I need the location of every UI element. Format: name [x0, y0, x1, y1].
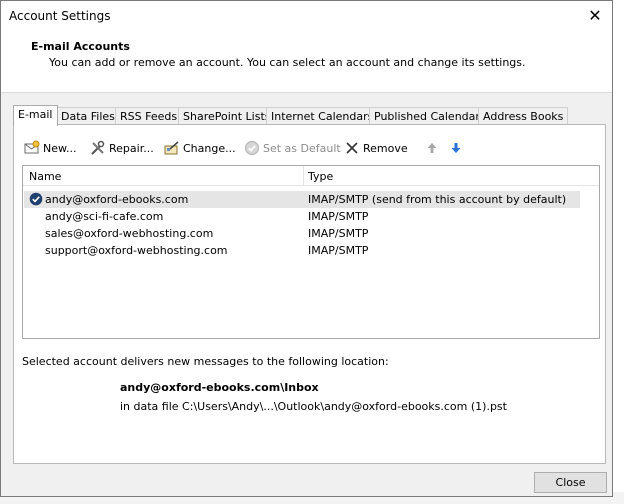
account-row[interactable]: sales@oxford-webhosting.com IMAP/SMTP — [24, 225, 580, 242]
delivery-data-file: in data file C:\Users\Andy\...\Outlook\a… — [120, 400, 507, 413]
list-header: Name Type — [23, 166, 599, 186]
tab-internet-calendars[interactable]: Internet Calendars — [266, 107, 379, 125]
account-row[interactable]: andy@sci-fi-cafe.com IMAP/SMTP — [24, 208, 580, 225]
accounts-list: Name Type andy@oxford-ebooks.com IMAP/SM… — [22, 165, 600, 339]
email-tab-panel: New... Repair... Change... Set as Defaul… — [13, 124, 606, 464]
account-toolbar: New... Repair... Change... Set as Defaul… — [24, 139, 584, 157]
remove-x-icon — [344, 140, 360, 156]
repair-account-label: Repair... — [109, 141, 154, 155]
tools-icon — [90, 140, 106, 156]
arrow-down-icon — [448, 140, 464, 156]
window-title: Account Settings — [9, 9, 111, 23]
default-account-icon — [29, 192, 43, 209]
move-down-button[interactable] — [448, 139, 467, 157]
tab-published-calendars[interactable]: Published Calendars — [369, 107, 491, 125]
account-name: support@oxford-webhosting.com — [45, 244, 228, 257]
account-type: IMAP/SMTP (send from this account by def… — [308, 193, 567, 206]
move-up-button[interactable] — [424, 139, 443, 157]
account-name: andy@oxford-ebooks.com — [45, 193, 189, 206]
column-header-type[interactable]: Type — [308, 170, 333, 183]
new-mail-icon — [24, 140, 40, 156]
column-divider — [303, 166, 304, 186]
new-account-label: New... — [43, 141, 77, 155]
header-description: You can add or remove an account. You ca… — [49, 56, 526, 69]
account-row[interactable]: andy@oxford-ebooks.com IMAP/SMTP (send f… — [24, 191, 580, 208]
account-settings-dialog: Account Settings ✕ E-mail Accounts You c… — [0, 0, 613, 497]
change-account-label: Change... — [183, 141, 236, 155]
change-account-button[interactable]: Change... — [164, 139, 236, 157]
tab-address-books[interactable]: Address Books — [478, 107, 569, 125]
set-as-default-button[interactable]: Set as Default — [244, 139, 341, 157]
account-name: andy@sci-fi-cafe.com — [45, 210, 164, 223]
dialog-header: E-mail Accounts You can add or remove an… — [1, 31, 612, 93]
check-circle-icon — [244, 140, 260, 156]
account-type: IMAP/SMTP — [308, 227, 369, 240]
account-type: IMAP/SMTP — [308, 210, 369, 223]
delivery-folder: andy@oxford-ebooks.com\Inbox — [120, 381, 319, 394]
column-header-name[interactable]: Name — [29, 170, 61, 183]
account-row[interactable]: support@oxford-webhosting.com IMAP/SMTP — [24, 242, 580, 259]
account-type: IMAP/SMTP — [308, 244, 369, 257]
account-name: sales@oxford-webhosting.com — [45, 227, 214, 240]
new-account-button[interactable]: New... — [24, 139, 76, 157]
remove-account-button[interactable]: Remove — [344, 139, 408, 157]
title-bar: Account Settings ✕ — [1, 1, 612, 31]
close-button[interactable]: Close — [534, 472, 607, 493]
delivery-location-label: Selected account delivers new messages t… — [22, 355, 389, 368]
change-settings-icon — [164, 140, 180, 156]
tab-email[interactable]: E-mail — [13, 105, 58, 126]
remove-account-label: Remove — [363, 141, 408, 155]
tab-data-files[interactable]: Data Files — [56, 107, 120, 125]
header-title: E-mail Accounts — [31, 40, 130, 53]
arrow-up-icon — [424, 140, 440, 156]
tab-sharepoint-lists[interactable]: SharePoint Lists — [178, 107, 276, 125]
repair-account-button[interactable]: Repair... — [90, 139, 154, 157]
set-as-default-label: Set as Default — [263, 141, 341, 155]
tab-rss-feeds[interactable]: RSS Feeds — [115, 107, 183, 125]
close-icon[interactable]: ✕ — [584, 5, 606, 27]
